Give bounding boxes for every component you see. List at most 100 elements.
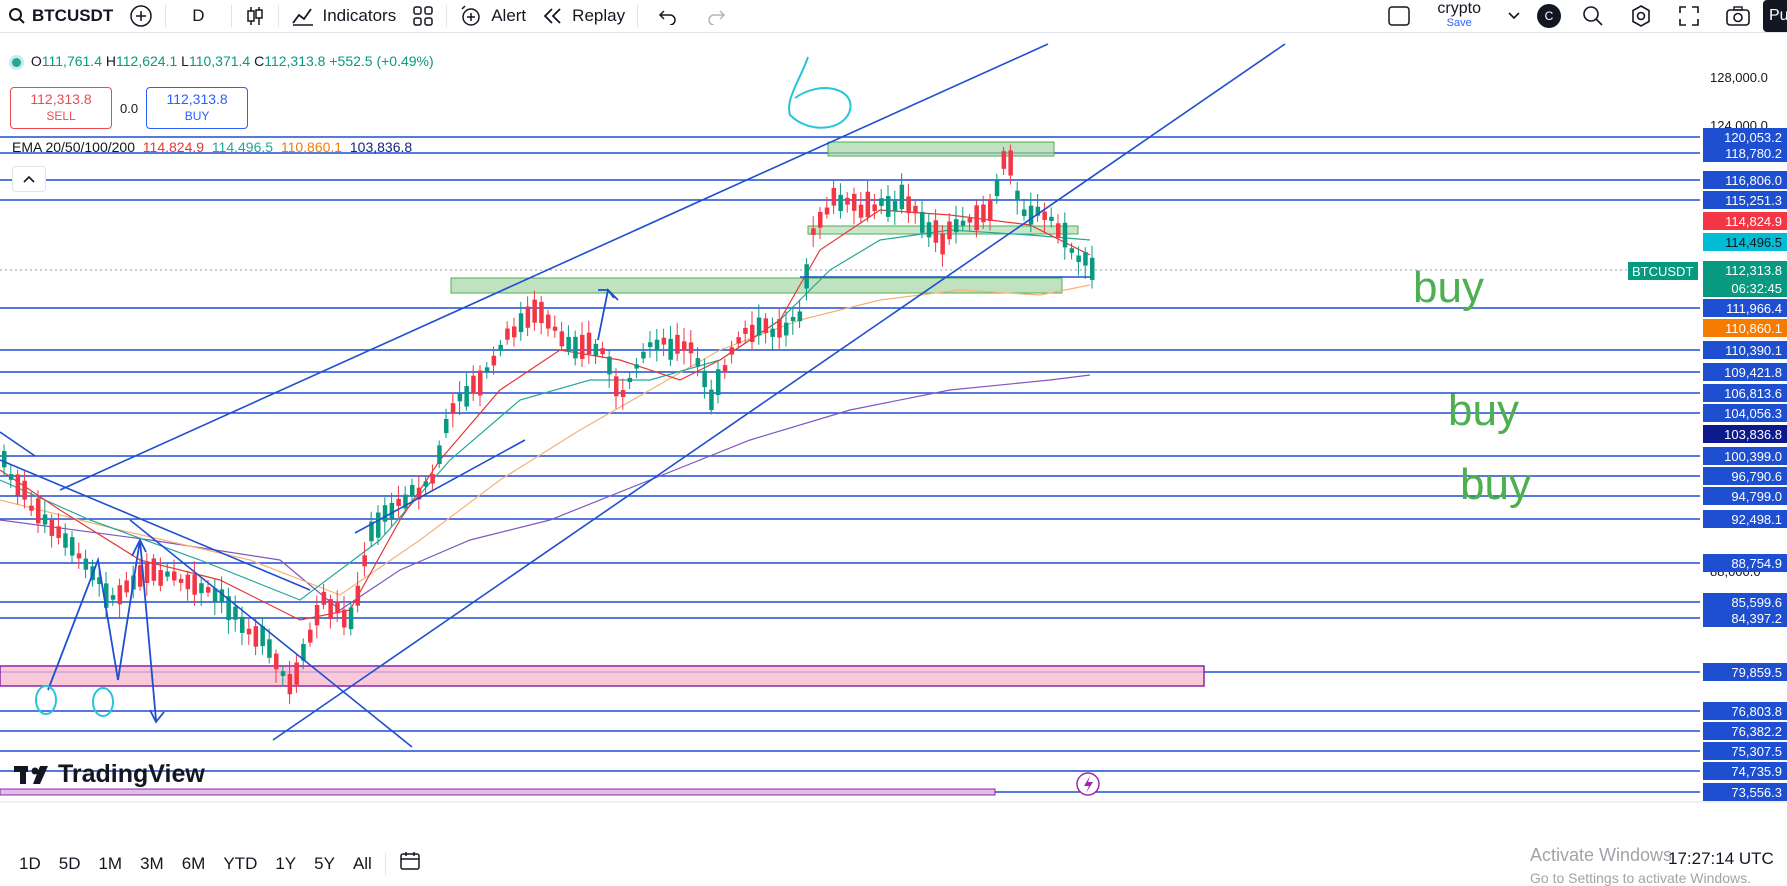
candle-body: [29, 505, 34, 511]
candle-body: [498, 344, 503, 351]
market-open-dot: [12, 57, 21, 67]
quick-search-button[interactable]: [1569, 0, 1617, 32]
alarm-icon: [461, 5, 480, 26]
compare-symbol-button[interactable]: [121, 0, 161, 32]
candle-body: [926, 222, 932, 238]
range-6m[interactable]: 6M: [173, 854, 215, 874]
chart-clock[interactable]: 17:27:14 UTC: [1668, 849, 1774, 869]
interval-button[interactable]: D: [170, 0, 226, 32]
candle-body: [328, 599, 333, 620]
candle-body: [389, 502, 395, 519]
plus-circle-icon: [130, 5, 152, 27]
pink-zone[interactable]: [0, 665, 1205, 687]
goto-date-button[interactable]: [390, 850, 432, 877]
candle-body: [1090, 257, 1095, 280]
candle-body: [688, 342, 694, 354]
tradingview-logo[interactable]: TradingView: [14, 760, 205, 789]
candle-body: [974, 205, 979, 231]
change-value: +552.5 (+0.49%): [329, 53, 434, 69]
range-3m[interactable]: 3M: [131, 854, 173, 874]
candle-body: [852, 193, 857, 211]
alert-label: Alert: [491, 6, 527, 25]
candle-body: [484, 367, 490, 372]
snapshot-button[interactable]: [1713, 0, 1763, 32]
candle-body: [756, 317, 762, 336]
range-1d[interactable]: 1D: [10, 854, 50, 874]
activate-windows-subtitle: Go to Settings to activate Windows.: [1530, 870, 1751, 886]
scale-label-128k: 128,000.0: [1710, 70, 1768, 85]
collapse-legend-button[interactable]: [12, 166, 46, 192]
alert-button[interactable]: Alert: [451, 0, 534, 32]
range-1y[interactable]: 1Y: [266, 854, 305, 874]
price-tag: 116,806.0: [1725, 173, 1782, 188]
candle-body: [838, 194, 843, 212]
replay-button[interactable]: Replay: [534, 0, 633, 32]
candle-body: [886, 196, 891, 217]
calendar-icon: [400, 852, 420, 870]
candle-body: [1083, 252, 1088, 266]
ema-label: EMA 20/50/100/200: [12, 139, 135, 155]
candle-body: [593, 343, 599, 356]
candle-body: [42, 514, 48, 525]
candle-body: [858, 204, 864, 218]
range-5y[interactable]: 5Y: [305, 854, 344, 874]
publish-button[interactable]: Pu: [1763, 0, 1787, 32]
candle-body: [607, 356, 612, 375]
buy-button[interactable]: 112,313.8 BUY: [146, 87, 249, 129]
range-all[interactable]: All: [344, 854, 381, 874]
price-tag: 92,498.1: [1731, 512, 1782, 527]
sell-label: SELL: [46, 109, 76, 123]
divider: [230, 5, 232, 27]
settings-button[interactable]: [1617, 0, 1665, 32]
candle-body: [76, 553, 82, 559]
candle-body: [151, 558, 157, 581]
candle-body: [2, 450, 7, 468]
fullscreen-button[interactable]: [1665, 0, 1713, 32]
high-value: 112,624.1: [116, 53, 178, 69]
price-tag: 84,397.2: [1731, 611, 1782, 626]
candle-body: [981, 204, 986, 223]
trade-panel: 112,313.8 SELL 0.0 112,313.8 BUY: [10, 87, 249, 129]
purple-zone[interactable]: [0, 788, 996, 796]
indicators-button[interactable]: Indicators: [283, 0, 405, 32]
price-tag: 114,824.9: [1725, 214, 1782, 229]
candle-body: [702, 370, 707, 388]
account-button[interactable]: C: [1529, 0, 1569, 32]
cyan-annotations[interactable]: [35, 56, 852, 717]
fullscreen-toggle[interactable]: [1379, 0, 1419, 32]
range-1m[interactable]: 1M: [89, 854, 131, 874]
divider: [446, 5, 448, 27]
green-zone-2[interactable]: [827, 141, 1055, 157]
price-tag: 100,399.0: [1724, 449, 1782, 464]
tradingview-logo-icon: [14, 765, 48, 784]
ema-50-value: 114,496.5: [211, 139, 274, 155]
candle-body: [253, 626, 259, 647]
ema-legend[interactable]: EMA 20/50/100/200 114,824.9 114,496.5 11…: [12, 139, 412, 155]
templates-button[interactable]: [404, 0, 442, 32]
publish-label: Pu: [1769, 7, 1787, 24]
horizontal-level-lines[interactable]: [0, 136, 1700, 793]
candle-body: [784, 322, 789, 336]
chart-type-button[interactable]: [236, 0, 274, 32]
sell-price: 112,313.8: [30, 91, 92, 107]
layout-menu-button[interactable]: [1499, 0, 1529, 32]
magnifier-icon: [1583, 6, 1603, 26]
layout-name-button[interactable]: crypto Save: [1419, 0, 1499, 32]
candle-body: [518, 313, 524, 333]
candle-body: [294, 662, 299, 685]
green-zone-3[interactable]: [807, 225, 1079, 235]
sell-button[interactable]: 112,313.8 SELL: [10, 87, 112, 129]
candle-body: [70, 537, 75, 556]
ema-200-value: 103,836.8: [349, 139, 413, 155]
candle-body: [872, 204, 877, 211]
range-ytd[interactable]: YTD: [214, 854, 266, 874]
redo-button[interactable]: [692, 0, 742, 32]
close-value: 112,313.8: [264, 53, 326, 69]
candle-body: [940, 233, 945, 255]
candle-body: [233, 606, 238, 620]
candle-body: [63, 533, 68, 548]
hand-drawn-arrows[interactable]: [47, 288, 619, 724]
range-5d[interactable]: 5D: [50, 854, 90, 874]
symbol-search[interactable]: BTCUSDT: [0, 0, 121, 32]
undo-button[interactable]: [642, 0, 692, 32]
